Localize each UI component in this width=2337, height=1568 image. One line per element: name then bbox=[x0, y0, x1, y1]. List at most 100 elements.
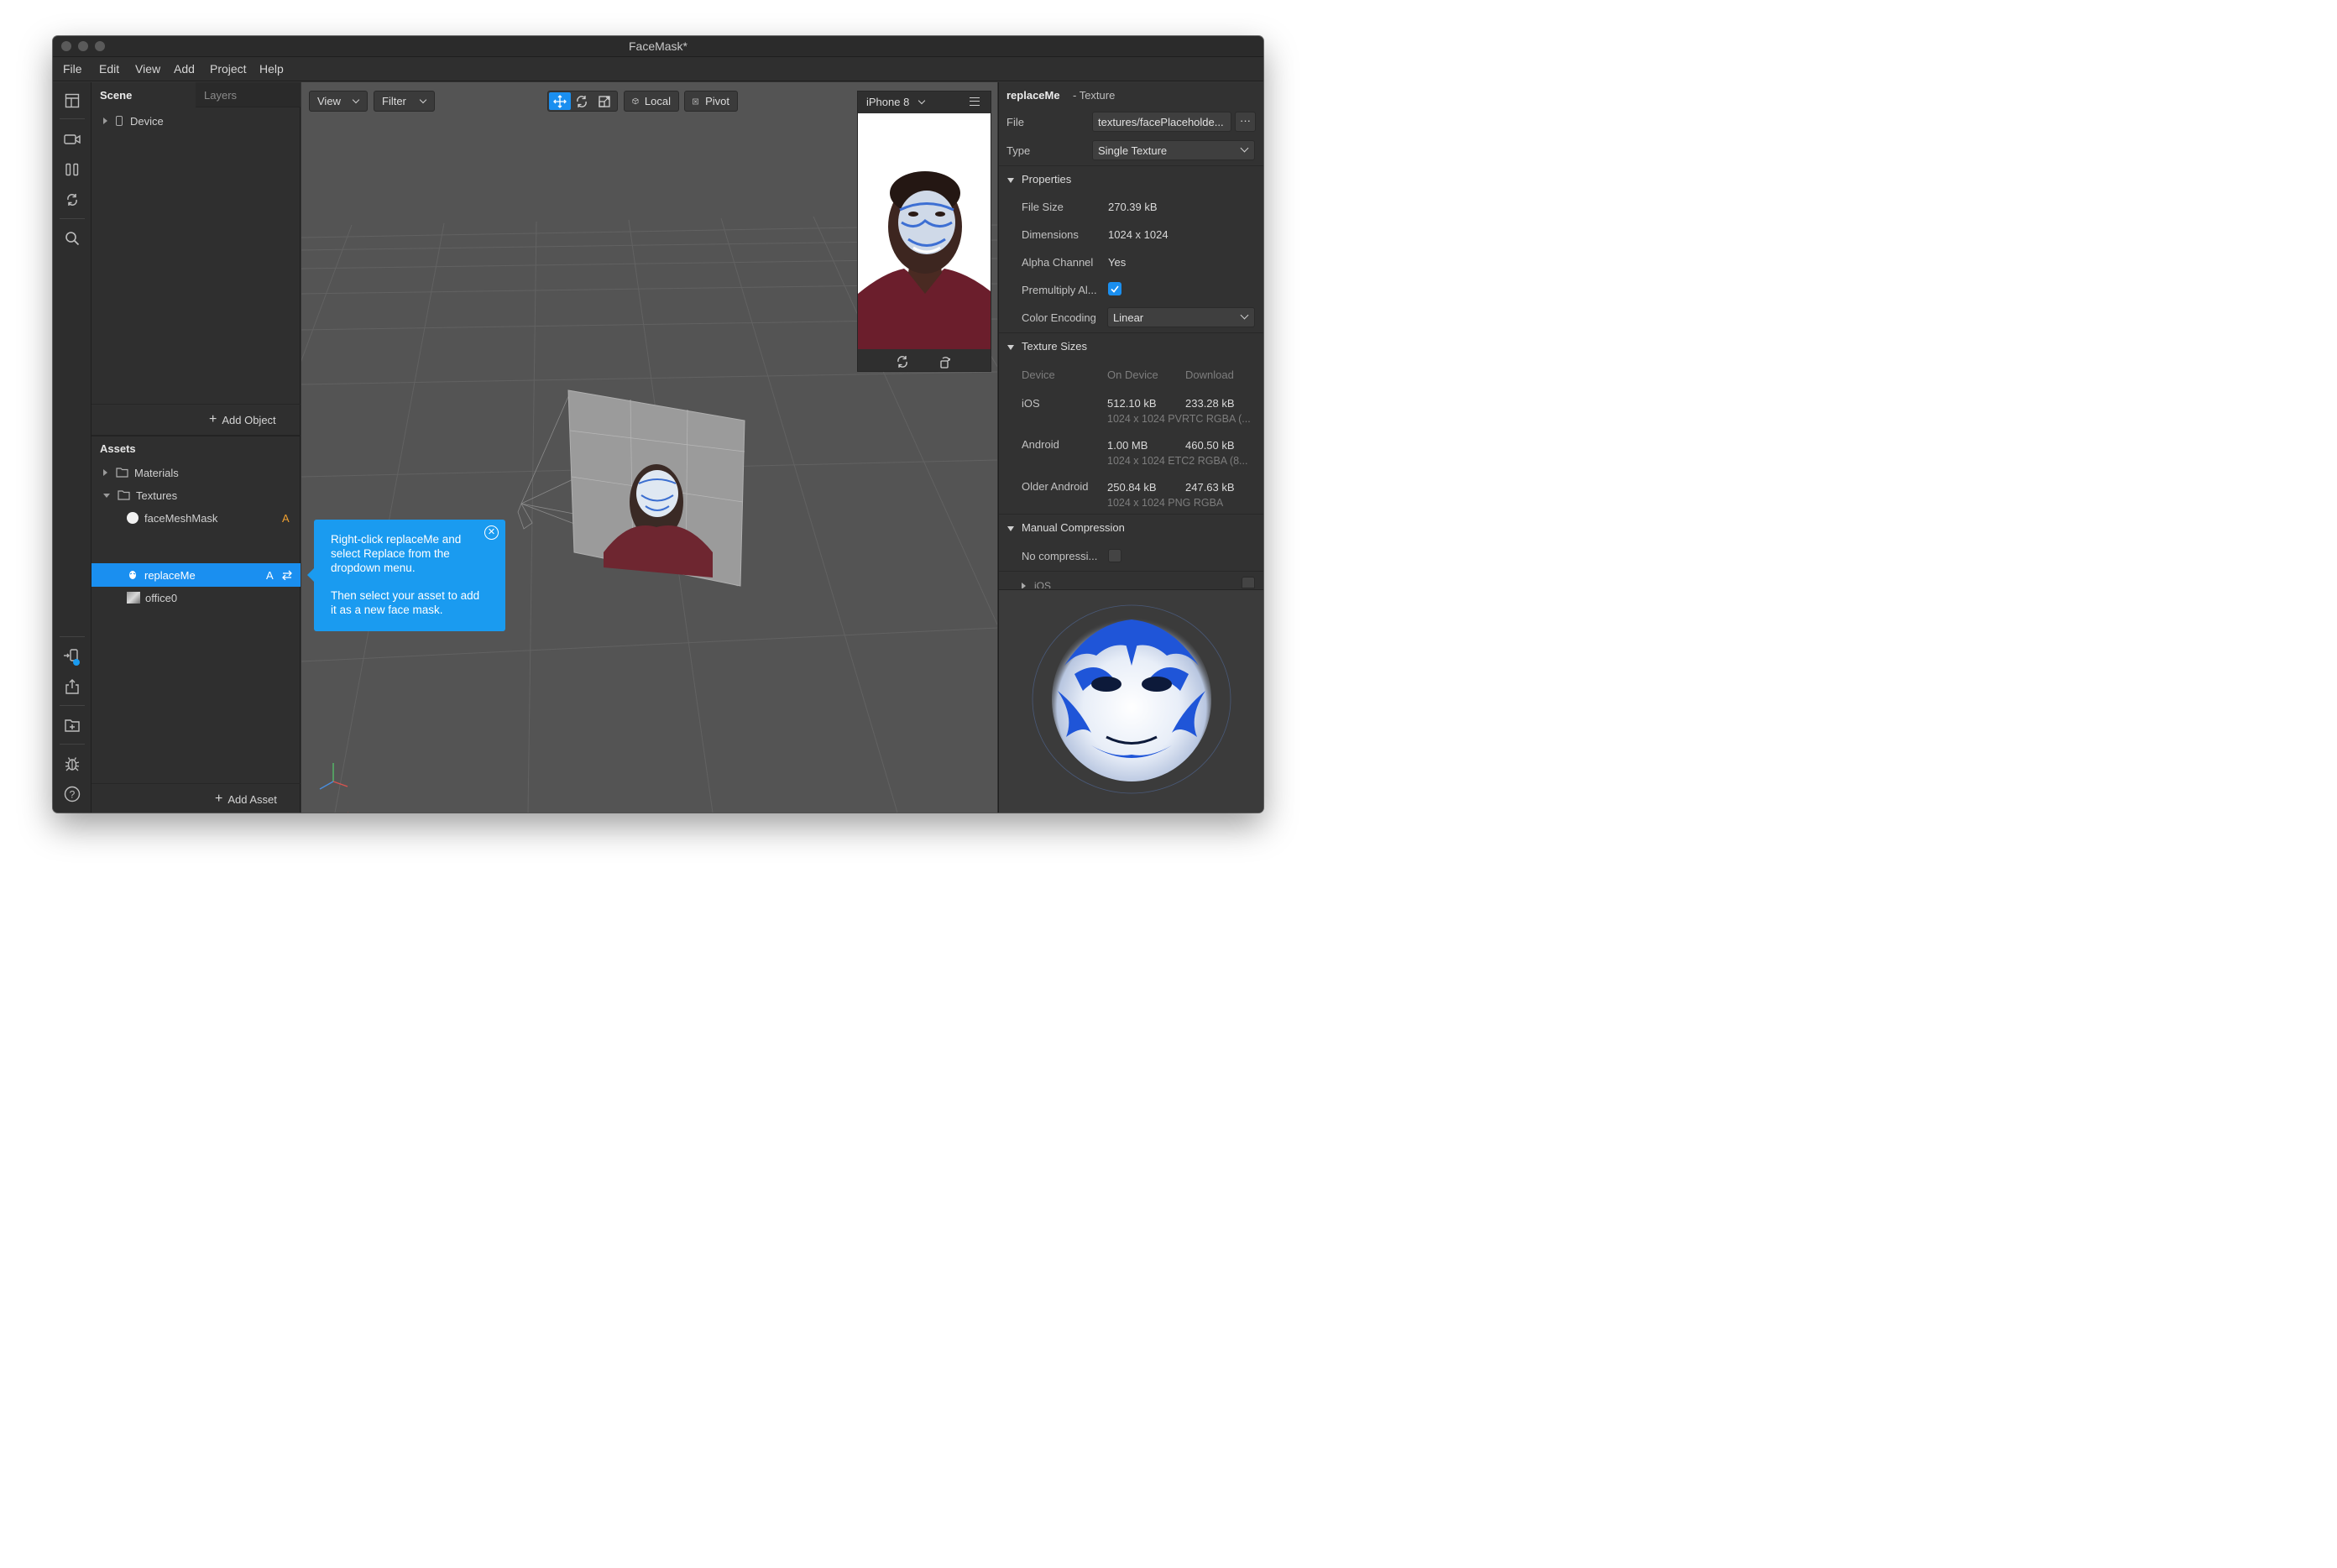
asset-item-facemeshmask[interactable]: faceMeshMask A bbox=[127, 510, 295, 526]
svg-text:?: ? bbox=[70, 789, 76, 801]
pivot-icon bbox=[693, 98, 698, 104]
asset-item-office0[interactable]: office0 bbox=[127, 589, 177, 606]
pause-columns-icon[interactable] bbox=[63, 160, 81, 179]
camera-preview-image bbox=[858, 113, 991, 349]
section-divider bbox=[999, 332, 1263, 333]
asset-item-materials[interactable]: Materials bbox=[103, 464, 179, 481]
chevron-down-icon bbox=[1240, 311, 1249, 320]
rotate-device-icon[interactable] bbox=[938, 355, 952, 368]
pivot-toggle-button[interactable]: Pivot bbox=[684, 91, 738, 112]
browse-file-button[interactable]: ··· bbox=[1235, 112, 1256, 132]
flip-camera-icon[interactable] bbox=[896, 355, 909, 368]
asset-label: Textures bbox=[136, 489, 178, 502]
hamburger-menu-icon[interactable] bbox=[970, 97, 980, 106]
menu-view[interactable]: View bbox=[135, 62, 160, 76]
size-row-device: Android bbox=[1022, 438, 1059, 451]
collapse-caret-icon[interactable] bbox=[103, 493, 110, 498]
video-camera-icon[interactable] bbox=[63, 130, 81, 149]
no-compression-checkbox[interactable] bbox=[1108, 549, 1121, 562]
tab-scene[interactable]: Scene bbox=[91, 82, 196, 107]
menu-edit[interactable]: Edit bbox=[99, 62, 119, 76]
collapse-triangle-icon bbox=[1007, 344, 1014, 350]
replace-arrows-icon[interactable] bbox=[281, 570, 293, 580]
scene-item-device[interactable]: Device bbox=[103, 112, 164, 129]
sync-icon[interactable] bbox=[63, 191, 81, 209]
toolbar-divider bbox=[60, 118, 85, 119]
menu-add[interactable]: Add bbox=[174, 62, 195, 76]
alpha-channel-value: Yes bbox=[1108, 256, 1127, 269]
expand-caret-icon bbox=[1022, 583, 1026, 588]
manual-compression-header[interactable]: Manual Compression bbox=[1007, 521, 1125, 534]
prop-label: File Size bbox=[1022, 201, 1064, 213]
asset-badge: A bbox=[282, 511, 290, 525]
expand-caret-icon[interactable] bbox=[103, 469, 107, 476]
section-divider bbox=[999, 165, 1263, 166]
rotate-tool-icon[interactable] bbox=[573, 94, 590, 109]
size-row-on-device: 250.84 kB bbox=[1107, 481, 1157, 494]
local-toggle-button[interactable]: Local bbox=[624, 91, 679, 112]
texture-preview-area bbox=[999, 589, 1263, 813]
section-divider bbox=[999, 514, 1263, 515]
menu-bar: File Edit View Add Project Help bbox=[53, 57, 1263, 81]
expand-caret-icon[interactable] bbox=[103, 118, 107, 124]
asset-badge: A bbox=[266, 568, 274, 582]
filter-dropdown[interactable]: Filter bbox=[374, 91, 435, 112]
view-dropdown[interactable]: View bbox=[309, 91, 368, 112]
move-tool-icon[interactable] bbox=[549, 92, 571, 110]
left-panel: Scene Layers Device + Add Object Assets … bbox=[91, 82, 301, 813]
prop-label: Alpha Channel bbox=[1022, 256, 1094, 269]
search-icon[interactable] bbox=[63, 229, 81, 248]
texture-type-dropdown[interactable]: Single Texture bbox=[1092, 140, 1255, 160]
tab-layers[interactable]: Layers bbox=[196, 82, 301, 107]
bug-icon[interactable] bbox=[63, 755, 81, 773]
file-path-field[interactable]: textures/facePlaceholde... bbox=[1092, 112, 1231, 132]
scale-tool-icon[interactable] bbox=[596, 94, 613, 109]
plus-icon: + bbox=[215, 792, 223, 806]
device-selector[interactable]: iPhone 8 bbox=[866, 96, 926, 108]
asset-label: replaceMe bbox=[144, 568, 196, 582]
plus-icon: + bbox=[209, 412, 217, 426]
local-label: Local bbox=[644, 95, 671, 107]
size-row-device: Older Android bbox=[1022, 480, 1089, 493]
replace-tooltip: ✕ Right-click replaceMe and select Repla… bbox=[307, 520, 505, 631]
scene-viewport[interactable]: View Filter Local Pivot iPhone 8 ✕ Right… bbox=[301, 82, 997, 813]
ios-compression-checkbox[interactable] bbox=[1242, 577, 1255, 588]
color-encoding-dropdown[interactable]: Linear bbox=[1107, 307, 1255, 327]
asset-label: office0 bbox=[145, 591, 178, 604]
title-bar: FaceMask* bbox=[53, 36, 1263, 57]
face-texture-icon bbox=[128, 570, 138, 580]
more-icon: ··· bbox=[1240, 114, 1251, 127]
close-icon[interactable]: ✕ bbox=[484, 525, 499, 540]
menu-help[interactable]: Help bbox=[259, 62, 284, 76]
help-icon[interactable]: ? bbox=[63, 785, 81, 803]
size-row-on-device: 512.10 kB bbox=[1107, 397, 1157, 410]
image-thumbnail-icon bbox=[127, 592, 140, 604]
premultiply-checkbox[interactable] bbox=[1108, 282, 1121, 295]
texture-sizes-header[interactable]: Texture Sizes bbox=[1007, 340, 1087, 353]
chevron-down-icon bbox=[419, 96, 427, 104]
share-icon[interactable] bbox=[63, 677, 81, 696]
ios-compression-row[interactable]: iOS bbox=[1022, 580, 1051, 588]
inspector-panel: replaceMe - Texture File textures/facePl… bbox=[998, 82, 1263, 813]
add-asset-button[interactable]: + Add Asset bbox=[215, 791, 277, 808]
add-object-button[interactable]: + Add Object bbox=[209, 411, 276, 428]
filter-label: Filter bbox=[382, 95, 406, 107]
menu-file[interactable]: File bbox=[63, 62, 82, 76]
panel-divider bbox=[91, 435, 301, 436]
size-row-device: iOS bbox=[1022, 397, 1040, 410]
ios-label: iOS bbox=[1034, 580, 1052, 588]
asset-item-textures[interactable]: Textures bbox=[103, 487, 177, 504]
layout-icon[interactable] bbox=[63, 91, 81, 110]
device-icon bbox=[116, 116, 123, 126]
add-folder-icon[interactable] bbox=[63, 716, 81, 734]
toolbar-divider bbox=[60, 218, 85, 219]
properties-header[interactable]: Properties bbox=[1007, 173, 1071, 186]
asset-item-replaceme[interactable]: replaceMe A bbox=[127, 567, 299, 583]
tooltip-text-1: Right-click replaceMe and select Replace… bbox=[331, 533, 462, 574]
menu-project[interactable]: Project bbox=[210, 62, 247, 76]
assets-title: Assets bbox=[100, 442, 136, 455]
dimensions-value: 1024 x 1024 bbox=[1108, 228, 1168, 241]
transform-tool-group bbox=[547, 91, 618, 112]
device-connect-icon[interactable] bbox=[63, 648, 81, 666]
scene-item-label: Device bbox=[130, 114, 164, 128]
